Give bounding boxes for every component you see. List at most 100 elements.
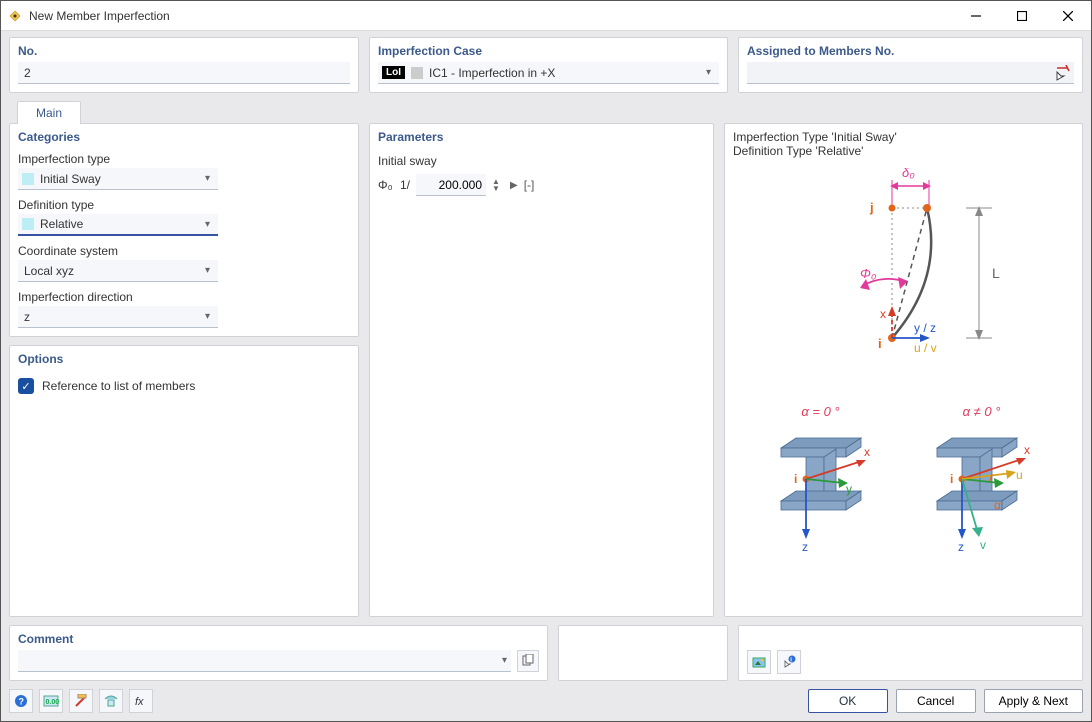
imperfection-type-value: Initial Sway bbox=[40, 172, 195, 186]
svg-text:L: L bbox=[992, 265, 1000, 281]
main-row: Categories Imperfection type Initial Swa… bbox=[9, 123, 1083, 617]
step-right-icon[interactable]: ▶ bbox=[510, 180, 518, 191]
no-input[interactable] bbox=[18, 62, 350, 84]
direction-label: Imperfection direction bbox=[18, 290, 350, 304]
case-label: Imperfection Case bbox=[378, 44, 719, 58]
svg-text:?: ? bbox=[19, 697, 25, 707]
footer: ? 0.00 fx OK Cancel Apply & Next bbox=[9, 681, 1083, 713]
maximize-button[interactable] bbox=[999, 1, 1045, 31]
chevron-down-icon: ▾ bbox=[702, 67, 715, 78]
spinner-icons[interactable]: ▲▼ bbox=[492, 178, 504, 192]
sway-diagram: L δ₀ bbox=[744, 168, 1064, 368]
function-button[interactable]: fx bbox=[129, 689, 153, 713]
no-panel: No. bbox=[9, 37, 359, 93]
preview-toolbar-panel: i bbox=[738, 625, 1083, 681]
chevron-down-icon: ▾ bbox=[498, 655, 511, 666]
beam-alpha-nonzero: α ≠ 0 ° bbox=[922, 404, 1042, 553]
definition-type-select[interactable]: Relative ▾ bbox=[18, 214, 218, 236]
parameters-title: Parameters bbox=[378, 130, 705, 144]
comment-spacer bbox=[558, 625, 728, 681]
comment-select[interactable]: ▾ bbox=[18, 650, 511, 672]
svg-text:α: α bbox=[994, 498, 1001, 512]
case-color-swatch bbox=[411, 67, 423, 79]
definition-type-value: Relative bbox=[40, 217, 195, 231]
case-value: IC1 - Imperfection in +X bbox=[429, 66, 696, 80]
comment-row: Comment ▾ i bbox=[9, 625, 1083, 681]
initial-sway-row: Φ₀ 1/ ▲▼ ▶ [-] bbox=[378, 174, 705, 196]
preview-title-line1: Imperfection Type 'Initial Sway' bbox=[733, 130, 1074, 144]
coord-system-select[interactable]: Local xyz ▾ bbox=[18, 260, 218, 282]
svg-text:δ₀: δ₀ bbox=[902, 168, 915, 180]
checkbox-checked-icon: ✓ bbox=[18, 378, 34, 394]
categories-panel: Categories Imperfection type Initial Swa… bbox=[9, 123, 359, 337]
reference-members-label: Reference to list of members bbox=[42, 379, 195, 393]
svg-text:0.00: 0.00 bbox=[46, 699, 60, 706]
comment-copy-button[interactable] bbox=[517, 650, 539, 672]
assign-panel: Assigned to Members No. bbox=[738, 37, 1083, 93]
definition-type-label: Definition type bbox=[18, 198, 350, 212]
svg-text:u / v: u / v bbox=[914, 341, 937, 355]
def-color-swatch bbox=[22, 218, 34, 230]
parameters-panel: Parameters Initial sway Φ₀ 1/ ▲▼ ▶ [-] bbox=[369, 123, 714, 617]
preview-toolbar: i bbox=[747, 646, 801, 674]
case-chip: LoI bbox=[382, 66, 405, 79]
options-panel: Options ✓ Reference to list of members bbox=[9, 345, 359, 617]
svg-text:i: i bbox=[878, 336, 882, 351]
chevron-down-icon: ▾ bbox=[201, 219, 214, 230]
svg-text:x: x bbox=[880, 307, 886, 321]
view-button[interactable] bbox=[99, 689, 123, 713]
close-button[interactable] bbox=[1045, 1, 1091, 31]
preview-info-button[interactable]: i bbox=[777, 650, 801, 674]
pick-members-icon[interactable] bbox=[1052, 63, 1072, 83]
direction-value: z bbox=[22, 310, 195, 324]
one-over-label: 1/ bbox=[400, 178, 410, 192]
reference-members-option[interactable]: ✓ Reference to list of members bbox=[18, 378, 350, 394]
initial-sway-label: Initial sway bbox=[378, 154, 705, 168]
svg-text:i: i bbox=[950, 472, 953, 486]
preview-body: L δ₀ bbox=[733, 158, 1074, 608]
alpha-ne-label: α ≠ 0 ° bbox=[963, 404, 1001, 419]
no-label: No. bbox=[18, 44, 350, 58]
case-panel: Imperfection Case LoI IC1 - Imperfection… bbox=[369, 37, 728, 93]
preview-title-line2: Definition Type 'Relative' bbox=[733, 144, 1074, 158]
tab-main[interactable]: Main bbox=[17, 101, 81, 124]
apply-next-button[interactable]: Apply & Next bbox=[984, 689, 1083, 713]
chevron-down-icon: ▾ bbox=[201, 173, 214, 184]
beam-alpha-zero: α = 0 ° bbox=[766, 404, 876, 553]
member-button[interactable] bbox=[69, 689, 93, 713]
minimize-button[interactable] bbox=[953, 1, 999, 31]
units-button[interactable]: 0.00 bbox=[39, 689, 63, 713]
categories-title: Categories bbox=[18, 130, 350, 144]
assign-input[interactable] bbox=[747, 62, 1074, 84]
phi0-symbol: Φ₀ bbox=[378, 178, 394, 192]
coord-system-value: Local xyz bbox=[22, 264, 195, 278]
assign-label: Assigned to Members No. bbox=[747, 44, 1074, 58]
header-row: No. Imperfection Case LoI IC1 - Imperfec… bbox=[9, 37, 1083, 93]
imperfection-type-select[interactable]: Initial Sway ▾ bbox=[18, 168, 218, 190]
options-title: Options bbox=[18, 352, 350, 366]
svg-text:x: x bbox=[1024, 443, 1030, 457]
preview-image-button[interactable] bbox=[747, 650, 771, 674]
svg-text:u: u bbox=[1016, 468, 1023, 482]
ok-button[interactable]: OK bbox=[808, 689, 888, 713]
type-color-swatch bbox=[22, 173, 34, 185]
case-select[interactable]: LoI IC1 - Imperfection in +X ▾ bbox=[378, 62, 719, 84]
alpha-eq-label: α = 0 ° bbox=[801, 404, 839, 419]
cancel-button[interactable]: Cancel bbox=[896, 689, 976, 713]
chevron-down-icon: ▾ bbox=[201, 311, 214, 322]
comment-title: Comment bbox=[18, 632, 539, 646]
beam-sections: α = 0 ° bbox=[737, 404, 1070, 553]
svg-text:j: j bbox=[869, 200, 874, 215]
svg-text:z: z bbox=[958, 540, 964, 553]
initial-sway-input[interactable] bbox=[416, 174, 486, 196]
title-bar: New Member Imperfection bbox=[1, 1, 1091, 31]
svg-text:fx: fx bbox=[135, 696, 144, 708]
svg-text:v: v bbox=[980, 538, 986, 552]
direction-select[interactable]: z ▾ bbox=[18, 306, 218, 328]
tab-strip: Main bbox=[9, 99, 1083, 123]
svg-text:i: i bbox=[794, 472, 797, 486]
dialog-body: No. Imperfection Case LoI IC1 - Imperfec… bbox=[1, 31, 1091, 721]
chevron-down-icon: ▾ bbox=[201, 265, 214, 276]
app-icon bbox=[7, 8, 23, 24]
help-button[interactable]: ? bbox=[9, 689, 33, 713]
